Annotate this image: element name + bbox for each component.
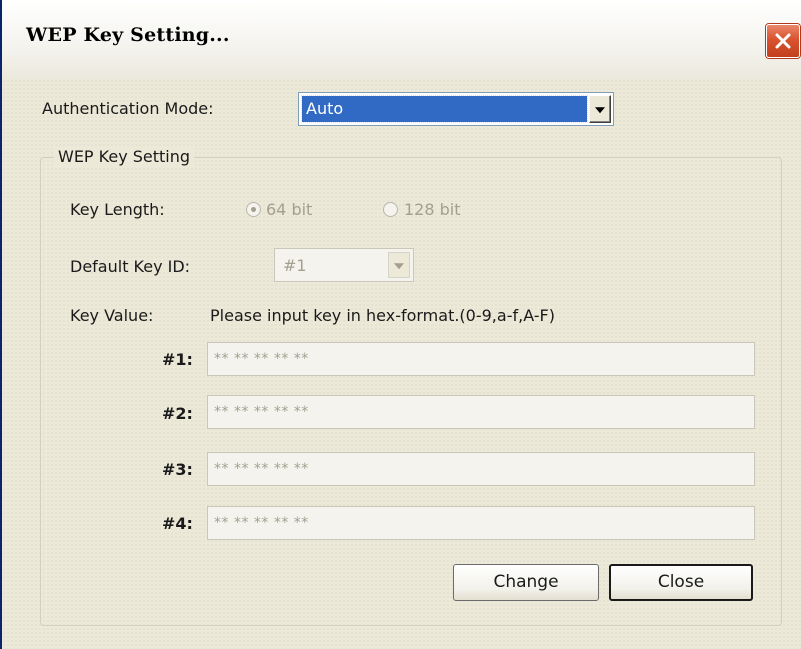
key-2-label: #2: — [162, 404, 193, 423]
window-close-button[interactable] — [766, 24, 800, 58]
default-key-id-dropdown-button[interactable] — [388, 252, 410, 278]
default-key-id-value: #1 — [283, 256, 307, 275]
key-2-input[interactable]: ** ** ** ** ** — [207, 395, 755, 429]
key-1-input[interactable]: ** ** ** ** ** — [207, 342, 755, 376]
wep-key-setting-group — [40, 157, 782, 626]
change-button[interactable]: Change — [453, 564, 599, 601]
authentication-mode-label: Authentication Mode: — [42, 99, 214, 118]
radio-128-bit[interactable] — [383, 202, 398, 217]
default-key-id-label: Default Key ID: — [70, 257, 191, 276]
authentication-mode-value: Auto — [301, 95, 588, 123]
key-value-hint: Please input key in hex-format.(0-9,a-f,… — [210, 306, 555, 325]
radio-64-bit-label: 64 bit — [266, 200, 313, 219]
authentication-mode-dropdown-button[interactable] — [589, 95, 611, 123]
close-icon — [775, 33, 791, 49]
key-3-input[interactable]: ** ** ** ** ** — [207, 452, 755, 486]
radio-128-bit-label: 128 bit — [404, 200, 461, 219]
chevron-down-icon — [595, 107, 605, 114]
radio-selected-dot — [251, 207, 256, 212]
key-3-label: #3: — [162, 460, 193, 479]
radio-64-bit[interactable] — [246, 202, 261, 217]
default-key-id-select[interactable]: #1 — [274, 248, 414, 282]
title-bar[interactable]: WEP Key Setting... — [2, 0, 801, 79]
chevron-down-icon — [394, 263, 404, 270]
key-1-label: #1: — [162, 350, 193, 369]
key-4-input[interactable]: ** ** ** ** ** — [207, 506, 755, 540]
key-4-label: #4: — [162, 514, 193, 533]
window-title: WEP Key Setting... — [26, 24, 230, 46]
key-length-label: Key Length: — [70, 200, 165, 219]
close-button[interactable]: Close — [609, 564, 753, 601]
authentication-mode-select[interactable]: Auto — [298, 92, 614, 126]
wep-key-dialog: WEP Key Setting... Authentication Mode: … — [0, 0, 801, 649]
wep-key-setting-legend: WEP Key Setting — [54, 147, 195, 166]
key-value-label: Key Value: — [70, 306, 154, 325]
